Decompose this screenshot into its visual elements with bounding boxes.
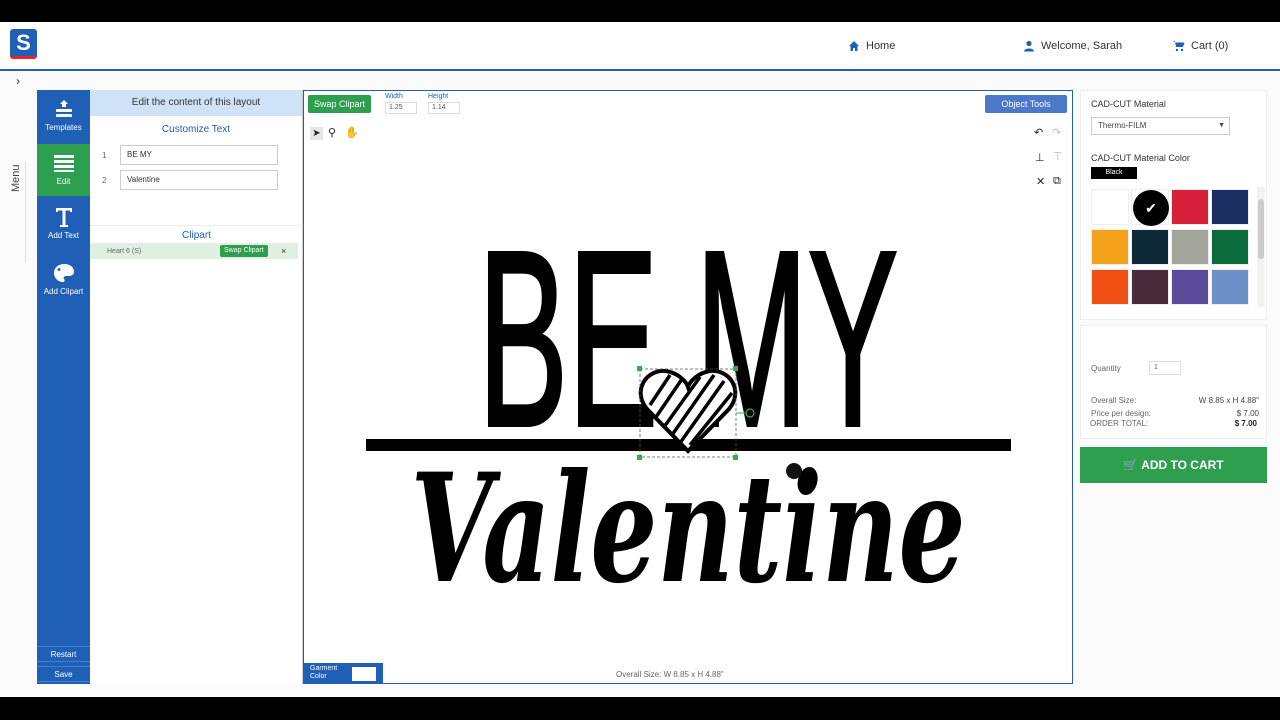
cursor-dot xyxy=(786,463,802,479)
welcome-label: Welcome, Sarah xyxy=(1041,40,1123,52)
color-swatch[interactable]: ✔ xyxy=(1131,189,1169,226)
swatch-scrollbar[interactable] xyxy=(1257,187,1265,307)
text-row-number: 2 xyxy=(102,175,107,185)
menu-tab[interactable]: Menu xyxy=(8,162,26,262)
add-to-cart-label: ADD TO CART xyxy=(1141,458,1224,472)
selected-color-badge: Black xyxy=(1091,167,1137,179)
color-swatch[interactable] xyxy=(1171,269,1209,305)
palette-icon xyxy=(53,262,75,284)
logo[interactable]: S xyxy=(10,29,37,59)
text-icon xyxy=(53,206,75,228)
color-swatch[interactable] xyxy=(1211,189,1249,225)
color-swatch[interactable] xyxy=(1211,269,1249,305)
garment-color-button[interactable]: Garment Color xyxy=(304,663,383,684)
text-input-1[interactable]: BE MY xyxy=(120,145,278,165)
top-nav: S Home Welcome, Sarah Cart (0) xyxy=(0,22,1280,71)
templates-icon xyxy=(53,98,75,120)
sidebar-item-edit[interactable]: Edit xyxy=(37,144,90,196)
clipart-item-label: Heart 6 (S) xyxy=(107,247,142,255)
color-swatch[interactable] xyxy=(1091,189,1129,225)
design-text-line2[interactable]: Valentine xyxy=(411,441,966,617)
design-canvas[interactable]: Swap Clipart Width 1.25 Height 1.14 Obje… xyxy=(303,90,1073,684)
material-select-value: Thermo-FILM xyxy=(1098,121,1147,130)
sidebar-item-add-clipart[interactable]: Add Clipart xyxy=(37,254,90,306)
app-window: S Home Welcome, Sarah Cart (0) › Menu Te… xyxy=(0,22,1280,697)
clipart-title: Clipart xyxy=(90,225,303,243)
sidebar-label-add-text: Add Text xyxy=(48,231,79,240)
order-total-label: ORDER TOTAL: xyxy=(1090,419,1149,428)
chevron-down-icon: ▼ xyxy=(1218,122,1225,129)
material-color-label: CAD-CUT Material Color xyxy=(1091,153,1190,163)
text-row-1: 1 BE MY xyxy=(102,145,278,165)
text-input-2[interactable]: Valentine xyxy=(120,170,278,190)
price-label: Price per design: xyxy=(1091,409,1152,418)
user-icon xyxy=(1024,40,1034,52)
material-select[interactable]: Thermo-FILM ▼ xyxy=(1091,117,1230,135)
color-swatch[interactable] xyxy=(1091,269,1129,305)
scrollbar-thumb[interactable] xyxy=(1258,199,1264,259)
price-value: $ 7.00 xyxy=(1236,409,1259,418)
order-total-value: $ 7.00 xyxy=(1234,419,1257,428)
panel-header: Edit the content of this layout xyxy=(90,90,302,116)
quantity-label: Quantity xyxy=(1091,364,1121,373)
sidebar-item-templates[interactable]: Templates xyxy=(37,90,90,142)
add-to-cart-button[interactable]: 🛒 ADD TO CART xyxy=(1080,447,1267,483)
home-label: Home xyxy=(866,40,896,52)
chevron-right-icon[interactable]: › xyxy=(10,74,26,90)
clipart-item[interactable]: Heart 6 (S) Swap Clipart × xyxy=(90,243,298,259)
quantity-stepper[interactable]: 1 xyxy=(1149,361,1181,375)
clipart-swap-button[interactable]: Swap Clipart xyxy=(220,245,268,257)
cart-icon: 🛒 xyxy=(1123,458,1139,472)
clipart-remove-icon[interactable]: × xyxy=(281,245,286,257)
color-swatch[interactable] xyxy=(1171,229,1209,265)
sidebar-item-add-text[interactable]: Add Text xyxy=(37,198,90,250)
overall-size-label: Overall Size: xyxy=(1091,396,1137,405)
canvas-overall-size: Overall Size: W 8.85 x H 4.88" xyxy=(616,670,724,679)
cart-label: Cart (0) xyxy=(1191,40,1229,52)
order-total-row: ORDER TOTAL: $ 7.00 xyxy=(1090,419,1257,428)
sidebar-label-edit: Edit xyxy=(56,177,71,186)
text-row-number: 1 xyxy=(102,150,107,160)
color-swatch[interactable] xyxy=(1211,229,1249,265)
material-label: CAD-CUT Material xyxy=(1091,99,1166,109)
color-swatch[interactable] xyxy=(1131,229,1169,265)
sidebar-label-add-clipart: Add Clipart xyxy=(43,287,84,296)
color-swatch[interactable] xyxy=(1091,229,1129,265)
save-button[interactable]: Save xyxy=(37,666,90,682)
quantity-row: Quantity 1 xyxy=(1091,361,1259,375)
garment-color-label: Garment Color xyxy=(310,665,338,680)
text-row-2: 2 Valentine xyxy=(102,170,278,190)
tool-sidebar: Templates Edit Add Text Add Clipart Rest… xyxy=(37,90,90,684)
material-panel: CAD-CUT Material Thermo-FILM ▼ CAD-CUT M… xyxy=(1080,90,1267,320)
garment-color-swatch[interactable] xyxy=(352,667,376,681)
overall-size-value: W 8.85 x H 4.88" xyxy=(1198,396,1259,405)
overall-size-row: Overall Size: W 8.85 x H 4.88" xyxy=(1091,396,1259,405)
account-link[interactable]: Welcome, Sarah xyxy=(1023,40,1122,52)
sidebar-label-templates: Templates xyxy=(45,123,82,132)
edit-panel: Edit the content of this layout Customiz… xyxy=(90,90,303,684)
home-icon xyxy=(849,41,859,51)
color-swatch[interactable] xyxy=(1171,189,1209,225)
menu-label: Menu xyxy=(10,164,22,192)
customize-text-title: Customize Text xyxy=(161,124,231,135)
restart-button[interactable]: Restart xyxy=(37,646,90,662)
cart-icon xyxy=(1173,41,1185,52)
design-artwork[interactable]: BE MY Valentine xyxy=(304,91,1074,685)
check-icon: ✔ xyxy=(1133,190,1169,226)
home-link[interactable]: Home xyxy=(848,40,895,52)
list-icon xyxy=(53,152,75,174)
price-row: Price per design: $ 7.00 xyxy=(1091,409,1259,418)
cart-link[interactable]: Cart (0) xyxy=(1173,40,1228,52)
color-swatch[interactable] xyxy=(1131,269,1169,305)
